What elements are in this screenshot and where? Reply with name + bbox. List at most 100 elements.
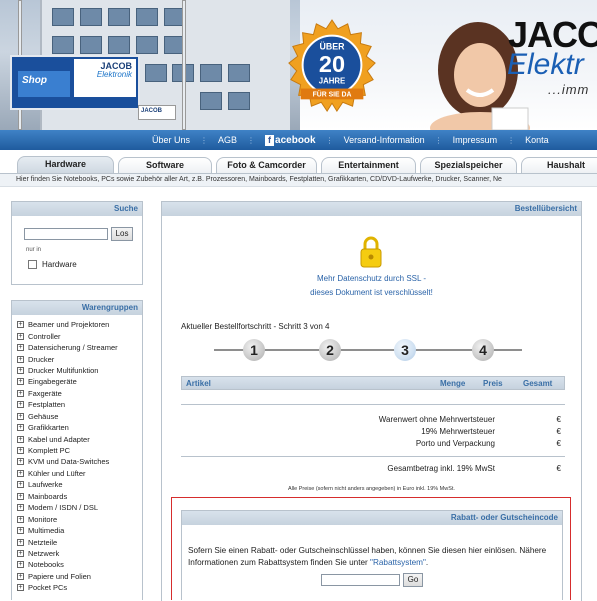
nav-link-kontakt[interactable]: Konta	[515, 135, 559, 145]
product-group-item[interactable]: + Netzwerk	[17, 548, 142, 559]
expand-plus-icon[interactable]: +	[17, 584, 24, 592]
nav-separator: ⋮	[325, 135, 334, 145]
expand-plus-icon[interactable]: +	[17, 332, 24, 340]
tab-entertainment[interactable]: Entertainment	[321, 157, 416, 173]
expand-plus-icon[interactable]: +	[17, 527, 24, 535]
tab-foto-camcorder[interactable]: Foto & Camcorder	[216, 157, 317, 173]
progress-label: Aktueller Bestellfortschritt - Schritt 3…	[181, 322, 330, 331]
product-group-item[interactable]: + Drucker	[17, 353, 142, 364]
product-group-label: Komplett PC	[28, 446, 71, 456]
product-group-item[interactable]: + Grafikkarten	[17, 422, 142, 433]
product-group-item[interactable]: + Kabel und Adapter	[17, 433, 142, 444]
nav-link-ueber-uns[interactable]: Über Uns	[142, 135, 200, 145]
tab-haushalt[interactable]: Haushalt	[521, 157, 597, 173]
search-submit-button[interactable]: Los	[111, 227, 133, 241]
expand-plus-icon[interactable]: +	[17, 538, 24, 546]
expand-plus-icon[interactable]: +	[17, 378, 24, 386]
brand-logo-sub: Elektr	[507, 48, 584, 81]
product-group-item[interactable]: + Faxgeräte	[17, 388, 142, 399]
building-window	[108, 8, 130, 26]
vat-note: Alle Preise (sofern nicht anders angegeb…	[288, 486, 455, 492]
expand-plus-icon[interactable]: +	[17, 389, 24, 397]
nav-separator: ⋮	[507, 135, 516, 145]
billboard-logo-sub: Elektronik	[96, 70, 132, 79]
building-window	[108, 36, 130, 54]
search-scope-checkbox[interactable]	[28, 260, 37, 269]
expand-plus-icon[interactable]: +	[17, 447, 24, 455]
expand-plus-icon[interactable]: +	[17, 424, 24, 432]
coupon-code-input[interactable]	[321, 574, 400, 586]
product-group-label: Grafikkarten	[28, 423, 69, 433]
product-group-label: Gehäuse	[28, 411, 59, 421]
summary-label: Porto und Verpackung	[415, 439, 495, 448]
cart-column-artikel: Artikel	[186, 379, 211, 388]
progress-step-1: 1	[243, 339, 265, 361]
expand-plus-icon[interactable]: +	[17, 355, 24, 363]
product-group-item[interactable]: + Gehäuse	[17, 411, 142, 422]
expand-plus-icon[interactable]: +	[17, 458, 24, 466]
ssl-notice-line2: dieses Dokument ist verschlüsselt!	[310, 288, 433, 297]
expand-plus-icon[interactable]: +	[17, 469, 24, 477]
expand-plus-icon[interactable]: +	[17, 481, 24, 489]
expand-plus-icon[interactable]: +	[17, 401, 24, 409]
expand-plus-icon[interactable]: +	[17, 549, 24, 557]
product-group-item[interactable]: + Eingabegeräte	[17, 376, 142, 387]
product-group-item[interactable]: + Datensicherung / Streamer	[17, 342, 142, 353]
search-input[interactable]	[24, 228, 108, 240]
badge-ribbon-text: FÜR SIE DA	[313, 89, 352, 98]
coupon-description: Sofern Sie einen Rabatt- oder Gutscheins…	[188, 545, 558, 569]
nav-link-facebook[interactable]: f acebook	[255, 134, 326, 146]
product-group-item[interactable]: + Netzteile	[17, 536, 142, 547]
nav-link-agb[interactable]: AGB	[208, 135, 247, 145]
product-group-item[interactable]: + Modem / ISDN / DSL	[17, 502, 142, 513]
summary-label: Warenwert ohne Mehrwertsteuer	[378, 415, 495, 424]
product-group-item[interactable]: + Festplatten	[17, 399, 142, 410]
expand-plus-icon[interactable]: +	[17, 321, 24, 329]
expand-plus-icon[interactable]: +	[17, 366, 24, 374]
product-group-item[interactable]: + KVM und Data-Switches	[17, 456, 142, 467]
building-window	[200, 64, 222, 82]
product-group-item[interactable]: + Notebooks	[17, 559, 142, 570]
product-group-item[interactable]: + Papiere und Folien	[17, 571, 142, 582]
expand-plus-icon[interactable]: +	[17, 435, 24, 443]
nav-separator: ⋮	[434, 135, 443, 145]
building-window	[228, 64, 250, 82]
building-window	[228, 92, 250, 110]
nav-link-impressum[interactable]: Impressum	[443, 135, 508, 145]
progress-step-4: 4	[472, 339, 494, 361]
product-group-item[interactable]: + Multimedia	[17, 525, 142, 536]
product-group-item[interactable]: + Controller	[17, 330, 142, 341]
coupon-description-text: Sofern Sie einen Rabatt- oder Gutscheins…	[188, 546, 547, 567]
product-group-item[interactable]: + Drucker Multifunktion	[17, 365, 142, 376]
product-group-label: Laufwerke	[28, 480, 63, 490]
product-group-label: Pocket PCs	[28, 583, 68, 593]
product-group-label: Drucker Multifunktion	[28, 365, 99, 375]
tab-hardware[interactable]: Hardware	[17, 156, 114, 173]
product-group-item[interactable]: + Beamer und Projektoren	[17, 319, 142, 330]
summary-label: 19% Mehrwertsteuer	[421, 427, 495, 436]
product-group-label: Modem / ISDN / DSL	[28, 503, 99, 513]
product-group-item[interactable]: + Laufwerke	[17, 479, 142, 490]
product-group-item[interactable]: + Mainboards	[17, 491, 142, 502]
nav-link-versand[interactable]: Versand-Information	[334, 135, 435, 145]
expand-plus-icon[interactable]: +	[17, 492, 24, 500]
rabattsystem-link[interactable]: "Rabattsystem"	[370, 558, 426, 567]
expand-plus-icon[interactable]: +	[17, 344, 24, 352]
coupon-submit-button[interactable]: Go	[403, 573, 423, 587]
woman-face	[454, 43, 506, 107]
building-window	[136, 36, 158, 54]
expand-plus-icon[interactable]: +	[17, 504, 24, 512]
product-group-item[interactable]: + Komplett PC	[17, 445, 142, 456]
expand-plus-icon[interactable]: +	[17, 572, 24, 580]
product-group-item[interactable]: + Kühler und Lüfter	[17, 468, 142, 479]
tab-software[interactable]: Software	[118, 157, 212, 173]
product-group-item[interactable]: + Monitore	[17, 513, 142, 524]
expand-plus-icon[interactable]: +	[17, 412, 24, 420]
lock-keyhole	[368, 254, 374, 260]
product-group-label: Papiere und Folien	[28, 571, 91, 581]
expand-plus-icon[interactable]: +	[17, 515, 24, 523]
product-group-item[interactable]: + Pocket PCs	[17, 582, 142, 593]
expand-plus-icon[interactable]: +	[17, 561, 24, 569]
tab-spezialspeicher[interactable]: Spezialspeicher	[420, 157, 517, 173]
badge-top-text: ÜBER	[320, 41, 346, 51]
